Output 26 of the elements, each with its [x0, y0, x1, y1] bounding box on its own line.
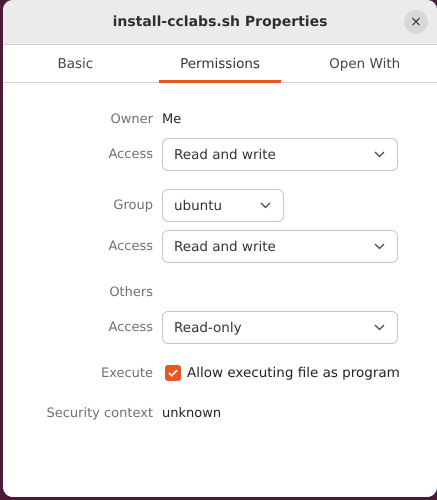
- field-value: Me: [162, 112, 182, 126]
- field-label: Owner: [110, 112, 153, 126]
- tab[interactable]: Open With: [292, 45, 437, 82]
- chevron-down-icon: [374, 243, 385, 250]
- dropdown[interactable]: ubuntu: [162, 189, 284, 222]
- close-button[interactable]: ×: [404, 10, 428, 34]
- chevron-down-icon: [374, 324, 385, 331]
- tab[interactable]: Permissions: [148, 45, 292, 82]
- field-label: Execute: [100, 366, 153, 380]
- field-label: Access: [107, 320, 153, 335]
- tab[interactable]: Basic: [3, 45, 148, 82]
- field-label: Security context: [45, 406, 153, 420]
- dropdown[interactable]: Read-only: [162, 311, 398, 344]
- dropdown[interactable]: Read and write: [162, 138, 398, 171]
- field-label: Others: [108, 284, 153, 300]
- dropdown[interactable]: Read and write: [162, 230, 398, 263]
- field-label: Access: [107, 239, 153, 254]
- checkbox-label[interactable]: Allow executing file as program: [187, 365, 400, 381]
- window-title: install-cclabs.sh Properties: [112, 14, 328, 30]
- checkbox[interactable]: [165, 365, 181, 381]
- field-label: Group: [112, 198, 153, 213]
- chevron-down-icon: [260, 202, 271, 209]
- chevron-down-icon: [374, 151, 385, 158]
- field-value: unknown: [162, 406, 222, 420]
- field-label: Access: [107, 147, 153, 162]
- check-icon: [168, 369, 178, 377]
